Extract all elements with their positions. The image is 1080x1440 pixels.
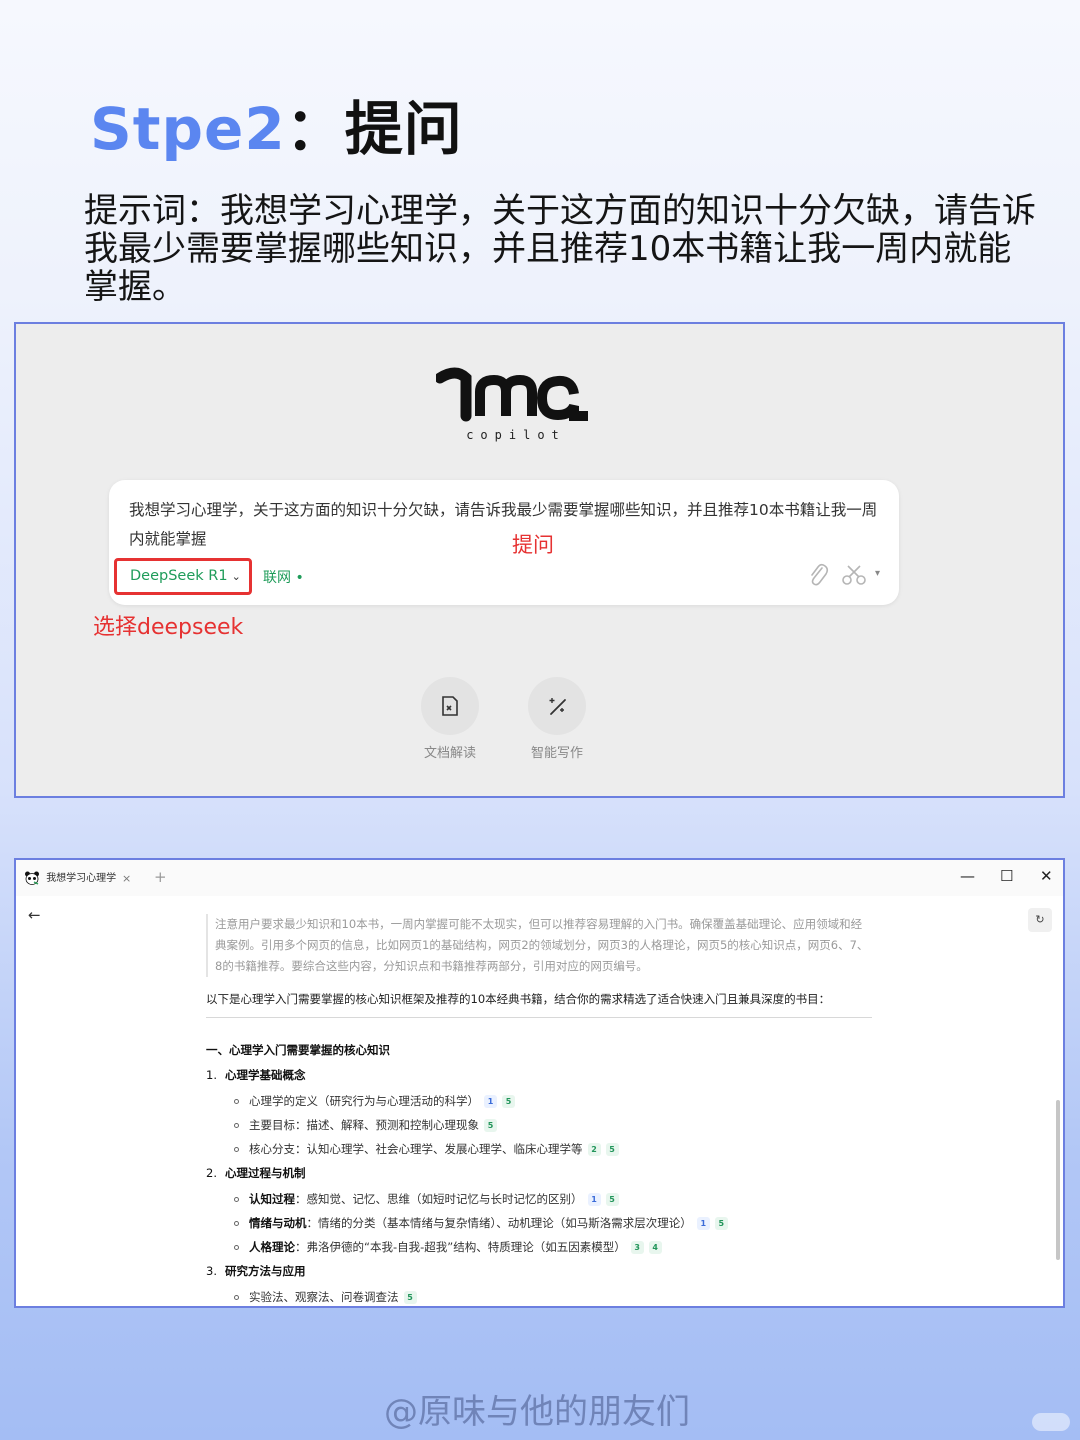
subsection-title: 1. 心理学基础概念 bbox=[206, 1067, 305, 1083]
citation-badge[interactable]: 5 bbox=[403, 1291, 417, 1304]
citation-badge[interactable]: 1 bbox=[484, 1095, 497, 1108]
bullet-icon bbox=[234, 1245, 239, 1250]
list-item: 主要目标：描述、解释、预测和控制心理现象 5 bbox=[234, 1117, 497, 1133]
title-ask: 提问 bbox=[344, 95, 463, 163]
citation-badge[interactable]: 1 bbox=[696, 1217, 710, 1230]
caret-down-icon[interactable]: ▾ bbox=[875, 568, 880, 579]
list-item-text: ：感知觉、记忆、思维（如短时记忆与长时记忆的区别） bbox=[295, 1192, 583, 1206]
list-item: 实验法、观察法、问卷调查法 5 bbox=[234, 1289, 417, 1305]
chat-tab[interactable]: 我想学习心理学 × bbox=[24, 867, 144, 891]
bullet-icon bbox=[234, 1147, 239, 1152]
title-step: Stpe2 bbox=[90, 95, 286, 163]
list-item-text: 实验法、观察法、问卷调查法 bbox=[249, 1290, 399, 1304]
paperclip-icon[interactable] bbox=[807, 562, 829, 588]
subsection-title-text: 研究方法与应用 bbox=[224, 1264, 306, 1278]
panda-icon bbox=[25, 871, 39, 885]
list-item-text: 心理学的定义（研究行为与心理活动的科学） bbox=[249, 1094, 479, 1108]
close-window-button[interactable]: ✕ bbox=[1040, 867, 1053, 885]
subsection-title-text: 心理学基础概念 bbox=[224, 1068, 306, 1082]
list-item-text: ：情绪的分类（基本情绪与复杂情绪）、动机理论（如马斯洛需求层次理论） bbox=[306, 1216, 692, 1230]
close-tab-icon[interactable]: × bbox=[122, 867, 131, 891]
refresh-icon[interactable]: ↻ bbox=[1028, 908, 1052, 932]
model-select-label: DeepSeek R1 bbox=[130, 568, 228, 584]
chevron-down-icon: ⌄ bbox=[231, 570, 241, 583]
citation-badge[interactable]: 4 bbox=[648, 1241, 662, 1254]
list-item: 认知过程：感知觉、记忆、思维（如短时记忆与长时记忆的区别） 1 5 bbox=[234, 1191, 619, 1207]
citation-badge[interactable]: 5 bbox=[714, 1217, 728, 1230]
citation-badge[interactable]: 5 bbox=[605, 1143, 619, 1156]
new-tab-icon[interactable]: + bbox=[154, 868, 167, 886]
list-item: 核心分支：认知心理学、社会心理学、发展心理学、临床心理学等 2 5 bbox=[234, 1141, 619, 1157]
subsection-number: 1. bbox=[206, 1068, 217, 1082]
subsection-title: 2. 心理过程与机制 bbox=[206, 1165, 305, 1181]
ima-screenshot: copilot 我想学习心理学，关于这方面的知识十分欠缺，请告诉我最少需要掌握哪… bbox=[14, 322, 1065, 798]
scrollbar[interactable] bbox=[1056, 1100, 1060, 1260]
subsection-number: 2. bbox=[206, 1166, 217, 1180]
chat-screenshot: 我想学习心理学 × + — ☐ ✕ ← ↻ 注意用户要求最少知识和10本书，一周… bbox=[14, 858, 1065, 1308]
corner-badge bbox=[1032, 1413, 1070, 1431]
list-item-bold: 情绪与动机 bbox=[249, 1216, 307, 1230]
subsection-title-text: 心理过程与机制 bbox=[224, 1166, 306, 1180]
ima-logo-subtitle: copilot bbox=[466, 428, 566, 442]
annotation-ask: 提问 bbox=[512, 533, 554, 557]
chat-tab-title: 我想学习心理学 bbox=[46, 873, 117, 884]
magic-wand-icon bbox=[549, 698, 566, 715]
list-item-text: 主要目标：描述、解释、预测和控制心理现象 bbox=[249, 1118, 479, 1132]
citation-badge[interactable]: 2 bbox=[587, 1143, 601, 1156]
subsection-number: 3. bbox=[206, 1264, 217, 1278]
thinking-process-text: 注意用户要求最少知识和10本书，一周内掌握可能不太现实，但可以推荐容易理解的入门… bbox=[206, 914, 871, 977]
bullet-icon bbox=[234, 1197, 239, 1202]
list-item: 情绪与动机：情绪的分类（基本情绪与复杂情绪）、动机理论（如马斯洛需求层次理论） 1… bbox=[234, 1215, 728, 1231]
citation-badge[interactable]: 5 bbox=[605, 1193, 619, 1206]
doc-read-icon bbox=[442, 696, 458, 716]
list-item-bold: 认知过程 bbox=[249, 1192, 295, 1206]
prompt-text: 提示词：我想学习心理学，关于这方面的知识十分欠缺，请告诉我最少需要掌握哪些知识，… bbox=[84, 191, 1036, 307]
model-select-button[interactable]: DeepSeek R1 ⌄ bbox=[114, 558, 252, 595]
bullet-icon bbox=[234, 1295, 239, 1300]
scissors-icon[interactable] bbox=[841, 564, 867, 586]
bullet-icon bbox=[234, 1221, 239, 1226]
question-input-box[interactable]: 我想学习心理学，关于这方面的知识十分欠缺，请告诉我最少需要掌握哪些知识，并且推荐… bbox=[109, 480, 899, 605]
answer-intro: 以下是心理学入门需要掌握的核心知识框架及推荐的10本经典书籍，结合你的需求精选了… bbox=[206, 992, 831, 1006]
citation-badge[interactable]: 3 bbox=[630, 1241, 644, 1254]
title-separator: ： bbox=[285, 95, 345, 163]
doc-read-button[interactable] bbox=[421, 677, 479, 735]
watermark: @原味与他的朋友们 bbox=[384, 1392, 690, 1432]
smart-writing-label: 智能写作 bbox=[530, 746, 583, 761]
tab-bar: 我想学习心理学 × + — ☐ ✕ bbox=[16, 860, 1063, 896]
page-title: Stpe2：提问 bbox=[90, 82, 463, 166]
smart-writing-button[interactable] bbox=[528, 677, 586, 735]
maximize-window-button[interactable]: ☐ bbox=[1000, 867, 1013, 885]
minimize-window-button[interactable]: — bbox=[960, 867, 975, 885]
list-item: 心理学的定义（研究行为与心理活动的科学） 1 5 bbox=[234, 1093, 515, 1109]
list-item-bold: 人格理论 bbox=[249, 1240, 295, 1254]
citation-badge[interactable]: 5 bbox=[502, 1095, 515, 1108]
divider bbox=[206, 1017, 872, 1018]
subsection-title: 3. 研究方法与应用 bbox=[206, 1263, 305, 1279]
back-arrow-icon[interactable]: ← bbox=[28, 906, 41, 924]
list-item: 人格理论：弗洛伊德的“本我-自我-超我”结构、特质理论（如五因素模型） 3 4 bbox=[234, 1239, 662, 1255]
bullet-icon bbox=[234, 1099, 239, 1104]
list-item-text: ：弗洛伊德的“本我-自我-超我”结构、特质理论（如五因素模型） bbox=[295, 1240, 626, 1254]
annotation-select-deepseek: 选择deepseek bbox=[93, 615, 244, 640]
citation-badge[interactable]: 5 bbox=[484, 1119, 497, 1132]
bullet-icon bbox=[234, 1123, 239, 1128]
question-input-text[interactable]: 我想学习心理学，关于这方面的知识十分欠缺，请告诉我最少需要掌握哪些知识，并且推荐… bbox=[129, 496, 889, 554]
doc-read-label: 文档解读 bbox=[423, 746, 476, 761]
list-item-text: 核心分支：认知心理学、社会心理学、发展心理学、临床心理学等 bbox=[249, 1142, 583, 1156]
section-title: 一、心理学入门需要掌握的核心知识 bbox=[206, 1043, 390, 1057]
web-search-toggle[interactable]: 联网 • bbox=[263, 567, 304, 587]
citation-badge[interactable]: 1 bbox=[587, 1193, 601, 1206]
